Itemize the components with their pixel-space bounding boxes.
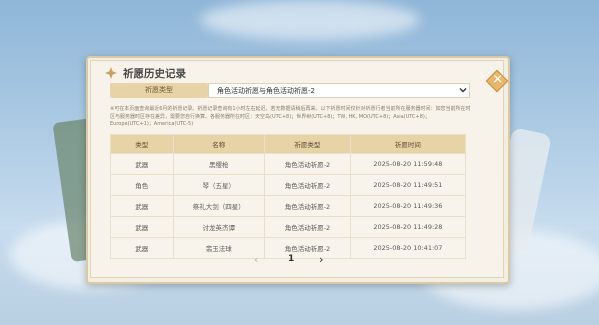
star-icon: [105, 67, 117, 79]
cell-time: 2025-08-20 11:59:48: [349, 153, 467, 175]
table-header-row: 类型 名称 祈愿类型 祈愿时间: [110, 134, 467, 154]
cell-name: 黑缨枪: [172, 153, 266, 175]
next-page-button[interactable]: ›: [319, 253, 323, 266]
notice-text: ※可在本页面查询最近6月的祈愿记录。祈愿记录查询有1小时左右延迟，若无数据请稍后…: [110, 106, 471, 127]
chevron-down-icon[interactable]: [458, 85, 468, 95]
cell-time: 2025-08-20 10:41:07: [349, 237, 467, 259]
cell-type: 武器: [110, 216, 174, 238]
table-row: 武器 祭礼大剑（四星） 角色活动祈愿-2 2025-08-20 11:49:36: [110, 195, 467, 217]
cell-name: 讨龙英杰谭: [172, 216, 266, 238]
column-header-type: 类型: [110, 134, 174, 154]
cell-type: 武器: [110, 195, 174, 217]
table-row: 角色 琴（五星） 角色活动祈愿-2 2025-08-20 11:49:51: [110, 174, 467, 196]
cell-time: 2025-08-20 11:49:51: [349, 174, 467, 196]
banner-type-select[interactable]: 角色活动祈愿与角色活动祈愿-2: [208, 83, 470, 98]
prev-page-button[interactable]: ‹: [254, 253, 258, 266]
cloud-decoration: [200, 0, 420, 40]
page-title: 祈愿历史记录: [123, 68, 186, 80]
column-header-name: 名称: [172, 134, 266, 154]
current-page-number: 1: [288, 254, 295, 264]
cell-banner: 角色活动祈愿-2: [264, 174, 351, 196]
cell-banner: 角色活动祈愿-2: [264, 195, 351, 217]
banner-type-label: 祈愿类型: [110, 83, 208, 98]
cell-time: 2025-08-20 11:49:28: [349, 216, 467, 238]
table-row: 武器 黑缨枪 角色活动祈愿-2 2025-08-20 11:59:48: [110, 153, 467, 175]
column-header-time: 祈愿时间: [349, 134, 467, 154]
cell-banner: 角色活动祈愿-2: [264, 153, 351, 175]
cell-type: 角色: [110, 174, 174, 196]
cell-name: 祭礼大剑（四星）: [172, 195, 266, 217]
history-table: 类型 名称 祈愿类型 祈愿时间 武器 黑缨枪 角色活动祈愿-2 2025-08-…: [110, 134, 467, 259]
cell-banner: 角色活动祈愿-2: [264, 237, 351, 259]
cell-time: 2025-08-20 11:49:36: [349, 195, 467, 217]
cell-banner: 角色活动祈愿-2: [264, 216, 351, 238]
cell-type: 武器: [110, 237, 174, 259]
table-row: 武器 讨龙英杰谭 角色活动祈愿-2 2025-08-20 11:49:28: [110, 216, 467, 238]
cell-name: 琴（五星）: [172, 174, 266, 196]
close-icon: ✕: [492, 72, 504, 88]
cell-type: 武器: [110, 153, 174, 175]
cell-name: 翡玉法球: [172, 237, 266, 259]
column-header-banner: 祈愿类型: [264, 134, 351, 154]
